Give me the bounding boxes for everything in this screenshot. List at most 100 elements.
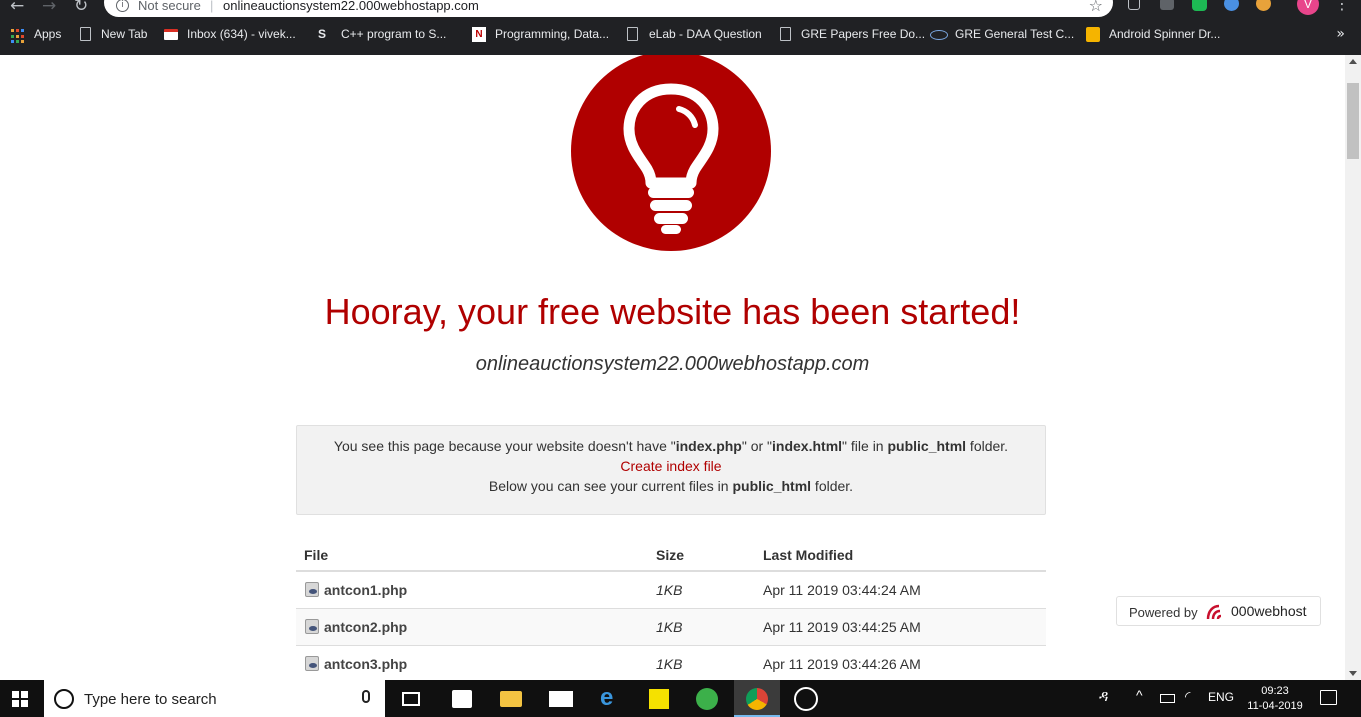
- s-logo-icon: S: [318, 27, 327, 41]
- yellow-square-icon: [1086, 27, 1100, 42]
- tray-chevron-up-icon[interactable]: ^: [1136, 687, 1143, 703]
- scroll-up-arrow-icon[interactable]: [1349, 59, 1357, 64]
- sticky-notes-icon[interactable]: [649, 689, 669, 709]
- notice-line-1: You see this page because your website d…: [297, 436, 1045, 456]
- reload-icon[interactable]: ↻: [74, 0, 88, 16]
- header-size[interactable]: Size: [656, 547, 684, 563]
- bookmark-android-spinner[interactable]: Android Spinner Dr...: [1109, 27, 1220, 41]
- notice-index-html: index.html: [772, 438, 843, 454]
- file-size: 1KB: [656, 619, 683, 635]
- php-file-icon: [305, 619, 319, 634]
- create-index-file-link[interactable]: Create index file: [620, 458, 721, 474]
- extension-icon[interactable]: [1160, 0, 1174, 10]
- bookmark-inbox[interactable]: Inbox (634) - vivek...: [187, 27, 296, 41]
- taskbar-chrome-button[interactable]: [734, 680, 780, 717]
- clock-time: 09:23: [1261, 685, 1289, 697]
- site-domain: onlineauctionsystem22.000webhostapp.com: [475, 353, 870, 375]
- photos-icon[interactable]: [794, 687, 818, 711]
- header-last-modified[interactable]: Last Modified: [763, 547, 853, 563]
- bookmark-apps[interactable]: Apps: [34, 27, 61, 41]
- file-modified: Apr 11 2019 03:44:26 AM: [763, 656, 921, 672]
- battery-icon[interactable]: [1160, 694, 1175, 703]
- wifi-icon[interactable]: ◜: [1185, 688, 1190, 705]
- scrollbar-thumb[interactable]: [1347, 83, 1359, 159]
- task-view-icon[interactable]: [402, 692, 420, 706]
- document-icon: [780, 27, 791, 41]
- n-logo-icon: N: [472, 27, 486, 42]
- file-name[interactable]: antcon3.php: [324, 656, 407, 672]
- table-row[interactable]: antcon2.php 1KB Apr 11 2019 03:44:25 AM: [296, 609, 1046, 646]
- windows-start-icon[interactable]: [12, 691, 28, 707]
- taskbar-clock[interactable]: 09:23 11-04-2019: [1244, 684, 1306, 714]
- notice-index-php: index.php: [675, 438, 742, 454]
- forward-arrow-icon[interactable]: →: [42, 0, 56, 16]
- bookmark-elab[interactable]: eLab - DAA Question: [649, 27, 762, 41]
- page-content: Hooray, your free website has been start…: [0, 55, 1345, 680]
- document-icon: [80, 27, 91, 41]
- bookmark-gre-general[interactable]: GRE General Test C...: [955, 27, 1074, 41]
- notice-text: You see this page because your website d…: [333, 438, 676, 454]
- file-name[interactable]: antcon2.php: [324, 619, 407, 635]
- people-icon[interactable]: ዳ: [1099, 688, 1108, 705]
- page-headline: Hooray, your free website has been start…: [324, 291, 1021, 332]
- omnibox[interactable]: i Not secure | onlineauctionsystem22.000…: [104, 0, 1113, 17]
- bookmark-star-icon[interactable]: ☆: [1089, 0, 1103, 15]
- taskbar-search-placeholder[interactable]: Type here to search: [84, 691, 217, 708]
- ets-logo-icon: [930, 30, 948, 40]
- file-size: 1KB: [656, 656, 683, 672]
- windows-taskbar: Type here to search e ዳ ^ ◜ ENG 09:23 11…: [0, 680, 1361, 717]
- omnibox-separator: |: [210, 0, 214, 13]
- header-file[interactable]: File: [304, 547, 328, 563]
- extension-icon[interactable]: [1192, 0, 1207, 11]
- table-row[interactable]: antcon1.php 1KB Apr 11 2019 03:44:24 AM: [296, 572, 1046, 609]
- cortana-icon[interactable]: [54, 689, 74, 709]
- missing-index-notice: You see this page because your website d…: [296, 425, 1046, 515]
- browser-chrome: ← → ↻ i Not secure | onlineauctionsystem…: [0, 0, 1361, 55]
- mail-icon[interactable]: [549, 691, 573, 707]
- menu-kebab-icon[interactable]: ⋮: [1334, 0, 1350, 13]
- notice-public-html: public_html: [887, 438, 967, 454]
- extension-icon[interactable]: [1224, 0, 1239, 11]
- clock-date: 11-04-2019: [1247, 700, 1303, 712]
- edge-icon[interactable]: e: [600, 684, 622, 711]
- bookmark-gre-papers[interactable]: GRE Papers Free Do...: [801, 27, 925, 41]
- page-scrollbar[interactable]: [1345, 55, 1361, 680]
- lightbulb-icon: [571, 55, 771, 251]
- microphone-icon[interactable]: [362, 690, 370, 703]
- apps-grid-icon: [11, 29, 25, 44]
- address-bar-row: ← → ↻ i Not secure | onlineauctionsystem…: [0, 0, 1361, 17]
- file-explorer-icon[interactable]: [500, 691, 522, 707]
- taskbar-search-box[interactable]: Type here to search: [44, 680, 385, 717]
- notice-text: " or ": [741, 438, 773, 454]
- table-row[interactable]: antcon3.php 1KB Apr 11 2019 03:44:26 AM: [296, 646, 1046, 680]
- extension-icon[interactable]: [1256, 0, 1271, 11]
- network-app-icon[interactable]: [696, 688, 718, 710]
- bookmarks-bar: Apps New Tab Inbox (634) - vivek... S C+…: [0, 24, 1361, 48]
- store-icon[interactable]: [452, 690, 472, 708]
- info-icon[interactable]: i: [116, 0, 129, 12]
- notice-text: Below you can see your current files in: [488, 478, 733, 494]
- powered-by-badge[interactable]: Powered by 000webhost: [1116, 596, 1321, 626]
- url-text[interactable]: onlineauctionsystem22.000webhostapp.com: [223, 0, 479, 13]
- notice-text: " file in: [842, 438, 888, 454]
- profile-avatar[interactable]: V: [1297, 0, 1319, 15]
- gmail-icon: [164, 29, 178, 40]
- back-arrow-icon[interactable]: ←: [10, 0, 24, 16]
- bookmark-programming[interactable]: Programming, Data...: [495, 27, 609, 41]
- bookmark-new-tab[interactable]: New Tab: [101, 27, 147, 41]
- extension-icon[interactable]: [1128, 0, 1140, 10]
- php-file-icon: [305, 582, 319, 597]
- 000webhost-logo-icon: [1206, 604, 1222, 620]
- file-modified: Apr 11 2019 03:44:25 AM: [763, 619, 921, 635]
- notice-text: folder.: [966, 438, 1009, 454]
- bookmark-cpp-program[interactable]: C++ program to S...: [341, 27, 446, 41]
- powered-by-brand: 000webhost: [1231, 603, 1307, 619]
- action-center-icon[interactable]: [1320, 690, 1337, 705]
- file-name[interactable]: antcon1.php: [324, 582, 407, 598]
- bookmarks-overflow-icon[interactable]: »: [1336, 26, 1345, 42]
- table-header: File Size Last Modified: [296, 537, 1046, 572]
- scroll-down-arrow-icon[interactable]: [1349, 671, 1357, 676]
- notice-public-html: public_html: [732, 478, 812, 494]
- language-indicator[interactable]: ENG: [1208, 690, 1234, 704]
- security-label[interactable]: Not secure: [138, 0, 201, 13]
